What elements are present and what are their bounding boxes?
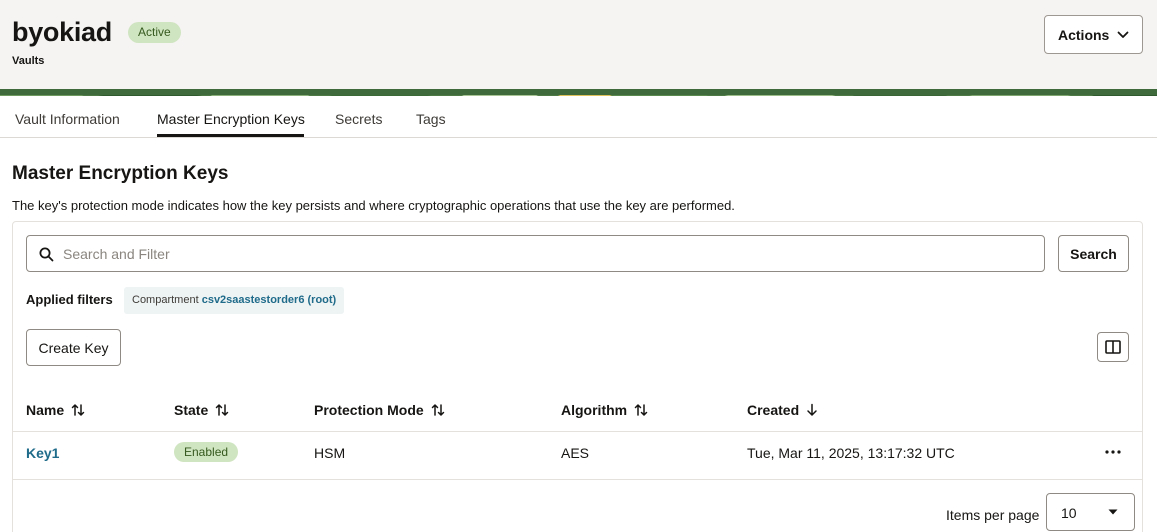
column-header-algorithm[interactable]: Algorithm [561, 402, 648, 418]
active-tab-indicator [157, 134, 304, 137]
created-cell: Tue, Mar 11, 2025, 13:17:32 UTC [747, 445, 955, 461]
actions-button-label: Actions [1058, 26, 1110, 43]
create-key-button[interactable]: Create Key [26, 329, 121, 366]
page-header: byokiad Active Vaults Actions [0, 0, 1157, 89]
column-header-state[interactable]: State [174, 402, 229, 418]
tab-master-encryption-keys[interactable]: Master Encryption Keys [157, 111, 305, 127]
actions-button[interactable]: Actions [1044, 15, 1143, 54]
tab-secrets[interactable]: Secrets [335, 111, 382, 127]
breadcrumb[interactable]: Vaults [12, 55, 44, 67]
column-header-label: Protection Mode [314, 402, 424, 418]
items-per-page-select[interactable]: 10 [1046, 493, 1135, 531]
page-title: byokiad [12, 17, 112, 47]
more-options-icon [1105, 450, 1121, 454]
section-description: The key's protection mode indicates how … [12, 198, 735, 213]
columns-icon [1105, 340, 1121, 354]
sort-icon [215, 404, 229, 416]
filter-chip-name: Compartment [132, 294, 199, 306]
filter-chip-value: csv2saastestorder6 (root) [201, 294, 337, 306]
sort-icon [71, 404, 85, 416]
tab-bar: Vault Information Master Encryption Keys… [0, 96, 1157, 138]
tab-tags[interactable]: Tags [416, 111, 446, 127]
arrow-down-icon [807, 403, 817, 416]
protection-mode-cell: HSM [314, 445, 346, 461]
applied-filters-label: Applied filters [26, 292, 113, 307]
sort-icon [431, 404, 444, 416]
column-header-created[interactable]: Created [747, 402, 818, 418]
key-name-link[interactable]: Key1 [26, 445, 59, 461]
header-banner [0, 89, 1157, 96]
chevron-down-icon [1117, 31, 1129, 38]
caret-down-icon [1108, 509, 1118, 515]
column-header-label: Name [26, 402, 65, 418]
search-button[interactable]: Search [1058, 235, 1129, 272]
column-header-label: Created [747, 402, 800, 418]
filter-chip-compartment[interactable]: Compartment csv2saastestorder6 (root) [124, 287, 345, 314]
column-header-label: Algorithm [561, 402, 628, 418]
manage-columns-button[interactable] [1097, 332, 1129, 362]
section-title: Master Encryption Keys [12, 163, 229, 184]
table-row-divider [13, 479, 1142, 480]
search-icon [39, 247, 54, 262]
algorithm-cell: AES [561, 445, 590, 461]
search-input[interactable] [63, 244, 1023, 264]
tab-vault-information[interactable]: Vault Information [15, 111, 120, 127]
column-header-label: State [174, 402, 209, 418]
column-header-name[interactable]: Name [26, 402, 85, 418]
search-field[interactable] [26, 235, 1045, 272]
sort-icon [634, 404, 648, 416]
row-actions-button[interactable] [1101, 443, 1125, 461]
items-per-page-label: Items per page [946, 507, 1040, 523]
state-badge: Enabled [174, 442, 239, 462]
table-header-divider [13, 431, 1142, 432]
items-per-page-value: 10 [1061, 505, 1077, 521]
column-header-protection-mode[interactable]: Protection Mode [314, 402, 445, 418]
status-badge: Active [128, 22, 181, 43]
